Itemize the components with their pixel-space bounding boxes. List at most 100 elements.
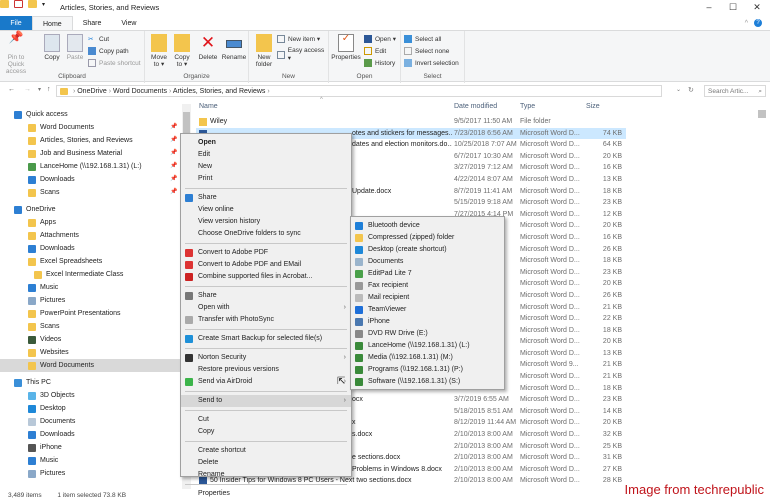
nav-item[interactable]: Desktop	[0, 402, 182, 415]
send-to-item[interactable]: TeamViewer	[351, 304, 504, 316]
up-icon[interactable]: ↑	[47, 86, 51, 93]
send-to-item[interactable]: EditPad Lite 7	[351, 268, 504, 280]
send-to-item[interactable]: Desktop (create shortcut)	[351, 244, 504, 256]
context-menu-item[interactable]: Print	[181, 173, 351, 185]
nav-item[interactable]: Word Documents	[0, 359, 182, 372]
context-menu-item[interactable]: Open	[181, 137, 351, 149]
maximize-button[interactable]: ☐	[722, 0, 744, 15]
close-button[interactable]: ✕	[746, 0, 768, 15]
nav-item[interactable]: iPhone	[0, 441, 182, 454]
nav-item[interactable]: Documents	[0, 415, 182, 428]
send-to-item[interactable]: Programs (\\192.168.1.31) (P:)	[351, 364, 504, 376]
edit-button[interactable]: Edit	[364, 47, 386, 55]
context-menu-item[interactable]: Copy	[181, 426, 351, 438]
cut-button[interactable]: ✂ Cut	[88, 35, 109, 44]
context-menu-item[interactable]: Restore previous versions	[181, 364, 351, 376]
nav-item[interactable]: Music	[0, 454, 182, 467]
nav-item[interactable]: Excel Intermediate Class	[0, 268, 182, 281]
rename-button[interactable]: Rename	[221, 34, 247, 61]
nav-item[interactable]: LanceHome (\\192.168.1.31) (L:) 📌	[0, 160, 182, 173]
move-to-button[interactable]: Move to ▾	[149, 34, 169, 68]
context-menu-item[interactable]: Send via AirDroid ›	[181, 376, 351, 388]
context-menu-item[interactable]: Create Smart Backup for selected file(s)	[181, 333, 351, 345]
nav-item[interactable]: Apps	[0, 216, 182, 229]
context-menu-item[interactable]: Cut	[181, 414, 351, 426]
send-to-item[interactable]: Fax recipient	[351, 280, 504, 292]
properties-button[interactable]: ✓ Properties	[331, 34, 361, 62]
column-name[interactable]: Name	[199, 103, 218, 110]
context-menu-item[interactable]: Open with ›	[181, 302, 351, 314]
copy-button[interactable]: Copy	[40, 34, 64, 61]
nav-item[interactable]: Downloads	[0, 428, 182, 441]
new-item-button[interactable]: New item ▾	[277, 35, 320, 43]
pin-quick-access-button[interactable]: 📌 Pin to Quick access	[2, 31, 30, 75]
nav-item[interactable]: PowerPoint Presentations	[0, 307, 182, 320]
send-to-item[interactable]: Documents	[351, 256, 504, 268]
minimize-button[interactable]: –	[698, 0, 720, 15]
nav-item[interactable]: OneDrive	[0, 203, 182, 216]
nav-item[interactable]: Word Documents 📌	[0, 121, 182, 134]
send-to-item[interactable]: iPhone	[351, 316, 504, 328]
send-to-item[interactable]: Mail recipient	[351, 292, 504, 304]
copy-to-button[interactable]: Copy to ▾	[172, 34, 192, 68]
context-menu-item[interactable]: Combine supported files in Acrobat...	[181, 271, 351, 283]
send-to-item[interactable]: LanceHome (\\192.168.1.31) (L:)	[351, 340, 504, 352]
context-menu-item[interactable]: Norton Security ›	[181, 352, 351, 364]
address-input[interactable]: › OneDrive › Word Documents › Articles, …	[56, 85, 662, 97]
nav-item[interactable]: Scans	[0, 320, 182, 333]
select-all-button[interactable]: Select all	[404, 35, 441, 43]
column-size[interactable]: Size	[586, 103, 600, 110]
nav-item[interactable]: Quick access	[0, 108, 182, 121]
back-icon[interactable]: ←	[8, 86, 15, 93]
context-menu-item[interactable]: Choose OneDrive folders to sync	[181, 228, 351, 240]
context-menu-item[interactable]: Create shortcut	[181, 445, 351, 457]
nav-item[interactable]: Attachments	[0, 229, 182, 242]
send-to-item[interactable]: Compressed (zipped) folder	[351, 232, 504, 244]
context-menu-item[interactable]: Share	[181, 192, 351, 204]
collapse-ribbon-icon[interactable]: ^	[745, 16, 748, 31]
breadcrumb-current-folder[interactable]: Articles, Stories, and Reviews	[173, 88, 266, 95]
nav-item[interactable]: This PC	[0, 376, 182, 389]
send-to-item[interactable]: Bluetooth device	[351, 220, 504, 232]
properties-icon[interactable]	[14, 0, 23, 8]
nav-item[interactable]: Pictures	[0, 467, 182, 480]
invert-selection-button[interactable]: Invert selection	[404, 59, 459, 67]
nav-item[interactable]: Music	[0, 281, 182, 294]
nav-item[interactable]: Articles, Stories, and Reviews 📌	[0, 134, 182, 147]
copy-path-button[interactable]: Copy path	[88, 47, 129, 55]
column-type[interactable]: Type	[520, 103, 535, 110]
nav-item[interactable]: Downloads 📌	[0, 173, 182, 186]
context-menu-item[interactable]: Convert to Adobe PDF	[181, 247, 351, 259]
forward-icon[interactable]: →	[24, 86, 31, 93]
select-none-button[interactable]: Select none	[404, 47, 449, 55]
context-menu-item[interactable]: Edit	[181, 149, 351, 161]
nav-item[interactable]: Scans 📌	[0, 186, 182, 199]
tab-share[interactable]: Share	[73, 16, 112, 31]
send-to-item[interactable]: Software (\\192.168.1.31) (S:)	[351, 376, 504, 388]
context-menu-item[interactable]: Send to ›	[181, 395, 351, 407]
file-list-scrollbar[interactable]	[756, 100, 768, 489]
context-menu-item[interactable]: Delete	[181, 457, 351, 469]
new-folder-icon[interactable]	[28, 0, 37, 8]
tab-home[interactable]: Home	[32, 16, 73, 31]
nav-item[interactable]: Excel Spreadsheets	[0, 255, 182, 268]
nav-item[interactable]: Job and Business Material 📌	[0, 147, 182, 160]
nav-item[interactable]: Videos	[0, 333, 182, 346]
context-menu-item[interactable]: Share	[181, 290, 351, 302]
paste-shortcut-button[interactable]: Paste shortcut	[88, 59, 141, 67]
history-button[interactable]: History	[364, 59, 395, 67]
context-menu-item[interactable]: View online	[181, 204, 351, 216]
column-date-modified[interactable]: Date modified	[454, 103, 497, 110]
delete-button[interactable]: ✕ Delete	[196, 34, 220, 62]
tab-file[interactable]: File	[0, 16, 32, 31]
easy-access-button[interactable]: Easy access ▾	[277, 47, 328, 62]
nav-item[interactable]: Websites	[0, 346, 182, 359]
tab-view[interactable]: View	[111, 16, 146, 31]
paste-button[interactable]: Paste	[64, 34, 86, 61]
help-icon[interactable]: ?	[754, 19, 762, 27]
nav-item[interactable]: Downloads	[0, 242, 182, 255]
nav-item[interactable]: Pictures	[0, 294, 182, 307]
send-to-item[interactable]: DVD RW Drive (E:)	[351, 328, 504, 340]
context-menu-item[interactable]: New	[181, 161, 351, 173]
refresh-icon[interactable]: ↻	[688, 86, 694, 94]
